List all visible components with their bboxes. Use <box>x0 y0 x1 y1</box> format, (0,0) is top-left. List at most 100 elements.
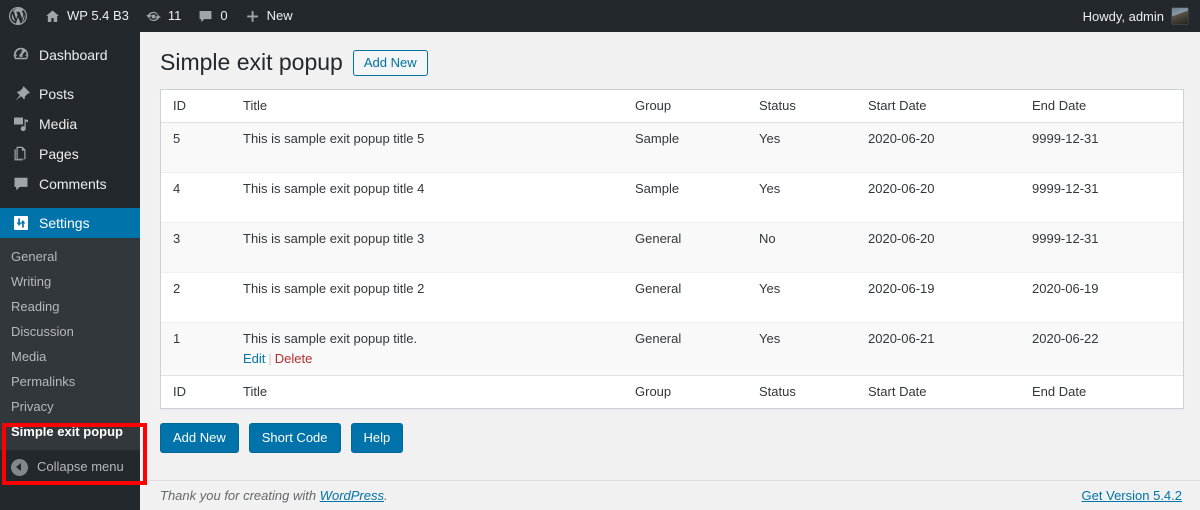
sidebar-item-dashboard[interactable]: Dashboard <box>0 40 140 70</box>
pages-icon <box>11 144 31 164</box>
column-header-status[interactable]: Status <box>749 90 858 123</box>
new-content-menu[interactable]: New <box>236 0 301 32</box>
table-foot: ID Title Group Status Start Date End Dat… <box>161 375 1183 408</box>
cell-id: 2 <box>161 273 233 323</box>
submenu-item-discussion[interactable]: Discussion <box>0 319 140 344</box>
site-name-label: WP 5.4 B3 <box>67 8 129 23</box>
row-action-delete[interactable]: Delete <box>275 351 313 366</box>
cell-title-text: This is sample exit popup title. <box>243 331 418 346</box>
settings-submenu: General Writing Reading Discussion Media… <box>0 238 140 450</box>
submenu-item-simple-exit-popup[interactable]: Simple exit popup <box>0 419 140 444</box>
cell-start-date: 2020-06-20 <box>858 223 1022 273</box>
sidebar-item-posts[interactable]: Posts <box>0 79 140 109</box>
wordpress-logo-icon <box>8 6 28 26</box>
table-body: 5 This is sample exit popup title 5 Samp… <box>161 123 1183 375</box>
footer-thanks-text: Thank you for creating with WordPress. <box>160 488 388 503</box>
user-avatar-icon <box>1172 8 1188 24</box>
column-footer-group[interactable]: Group <box>625 375 749 408</box>
page-title-add-new-button[interactable]: Add New <box>352 49 428 76</box>
site-name-menu[interactable]: WP 5.4 B3 <box>36 0 137 32</box>
column-footer-title[interactable]: Title <box>233 375 625 408</box>
cell-end-date: 9999-12-31 <box>1022 173 1183 223</box>
plus-icon <box>244 8 261 25</box>
sidebar-item-comments[interactable]: Comments <box>0 169 140 199</box>
sidebar-item-media[interactable]: Media <box>0 109 140 139</box>
comments-count: 0 <box>220 8 228 23</box>
collapse-menu-button[interactable]: Collapse menu <box>0 450 140 484</box>
column-header-id[interactable]: ID <box>161 90 233 123</box>
footer-thanks-prefix: Thank you for creating with <box>160 488 320 503</box>
submenu-item-privacy[interactable]: Privacy <box>0 394 140 419</box>
short-code-button[interactable]: Short Code <box>248 423 341 453</box>
cell-end-date: 9999-12-31 <box>1022 123 1183 173</box>
column-footer-end-date[interactable]: End Date <box>1022 375 1183 408</box>
cell-id: 3 <box>161 223 233 273</box>
cell-title-text: This is sample exit popup title 2 <box>243 281 425 296</box>
cell-status: Yes <box>749 173 858 223</box>
my-account-menu[interactable]: Howdy, admin <box>1075 0 1200 32</box>
submenu-item-reading[interactable]: Reading <box>0 294 140 319</box>
column-header-start-date[interactable]: Start Date <box>858 90 1022 123</box>
cell-end-date: 2020-06-19 <box>1022 273 1183 323</box>
wordpress-link[interactable]: WordPress <box>320 488 384 503</box>
column-footer-start-date[interactable]: Start Date <box>858 375 1022 408</box>
footer-thanks-suffix: . <box>384 488 388 503</box>
column-header-end-date[interactable]: End Date <box>1022 90 1183 123</box>
table-head: ID Title Group Status Start Date End Dat… <box>161 90 1183 123</box>
dashboard-icon <box>11 45 31 65</box>
updates-menu[interactable]: 11 <box>137 0 190 32</box>
sidebar-item-label: Dashboard <box>39 47 108 63</box>
column-header-title[interactable]: Title <box>233 90 625 123</box>
table-row[interactable]: 2 This is sample exit popup title 2 Gene… <box>161 273 1183 323</box>
table-row[interactable]: 4 This is sample exit popup title 4 Samp… <box>161 173 1183 223</box>
wordpress-logo-menu[interactable] <box>0 0 36 32</box>
column-header-group[interactable]: Group <box>625 90 749 123</box>
row-actions: Edit | Delete <box>243 351 615 367</box>
table-row[interactable]: 5 This is sample exit popup title 5 Samp… <box>161 123 1183 173</box>
footer-version: Get Version 5.4.2 <box>1082 488 1182 503</box>
submenu-item-general[interactable]: General <box>0 244 140 269</box>
sidebar-item-pages[interactable]: Pages <box>0 139 140 169</box>
pin-icon <box>11 84 31 104</box>
sidebar-separator <box>0 199 140 208</box>
howdy-label: Howdy, admin <box>1082 8 1164 24</box>
get-version-link[interactable]: Get Version 5.4.2 <box>1082 488 1182 503</box>
page-title: Simple exit popup <box>160 49 343 75</box>
collapse-menu-label: Collapse menu <box>37 459 124 474</box>
table-row[interactable]: 1 This is sample exit popup title. Edit |… <box>161 323 1183 375</box>
cell-group: Sample <box>625 123 749 173</box>
cell-start-date: 2020-06-20 <box>858 123 1022 173</box>
cell-status: No <box>749 223 858 273</box>
exit-popup-list-table: ID Title Group Status Start Date End Dat… <box>160 89 1184 409</box>
add-new-button[interactable]: Add New <box>160 423 239 453</box>
page-header: Simple exit popup Add New <box>160 32 1182 89</box>
action-button-row: Add New Short Code Help <box>160 409 1182 453</box>
main-content-area: Simple exit popup Add New ID Title Group… <box>140 32 1200 510</box>
sidebar-item-settings[interactable]: Settings <box>0 208 148 238</box>
cell-title: This is sample exit popup title 2 <box>233 273 625 323</box>
cell-group: General <box>625 323 749 375</box>
row-action-edit[interactable]: Edit <box>243 351 265 366</box>
column-footer-status[interactable]: Status <box>749 375 858 408</box>
cell-title: This is sample exit popup title 5 <box>233 123 625 173</box>
cell-group: General <box>625 223 749 273</box>
cell-start-date: 2020-06-21 <box>858 323 1022 375</box>
admin-sidebar-menu: Dashboard Posts Media Pages Comments Set… <box>0 32 148 510</box>
submenu-item-permalinks[interactable]: Permalinks <box>0 369 140 394</box>
cell-group: Sample <box>625 173 749 223</box>
cell-id: 5 <box>161 123 233 173</box>
submenu-item-media[interactable]: Media <box>0 344 140 369</box>
cell-title-text: This is sample exit popup title 5 <box>243 131 425 146</box>
help-button[interactable]: Help <box>350 423 404 453</box>
submenu-item-writing[interactable]: Writing <box>0 269 140 294</box>
column-footer-id[interactable]: ID <box>161 375 233 408</box>
comments-menu[interactable]: 0 <box>189 0 235 32</box>
cell-title: This is sample exit popup title 3 <box>233 223 625 273</box>
table-row[interactable]: 3 This is sample exit popup title 3 Gene… <box>161 223 1183 273</box>
updates-icon <box>145 8 162 25</box>
sidebar-item-label: Posts <box>39 86 75 102</box>
media-icon <box>11 114 31 134</box>
admin-footer: Thank you for creating with WordPress. G… <box>140 480 1200 510</box>
sidebar-item-label: Pages <box>39 146 79 162</box>
cell-title: This is sample exit popup title. Edit | De… <box>233 323 625 375</box>
